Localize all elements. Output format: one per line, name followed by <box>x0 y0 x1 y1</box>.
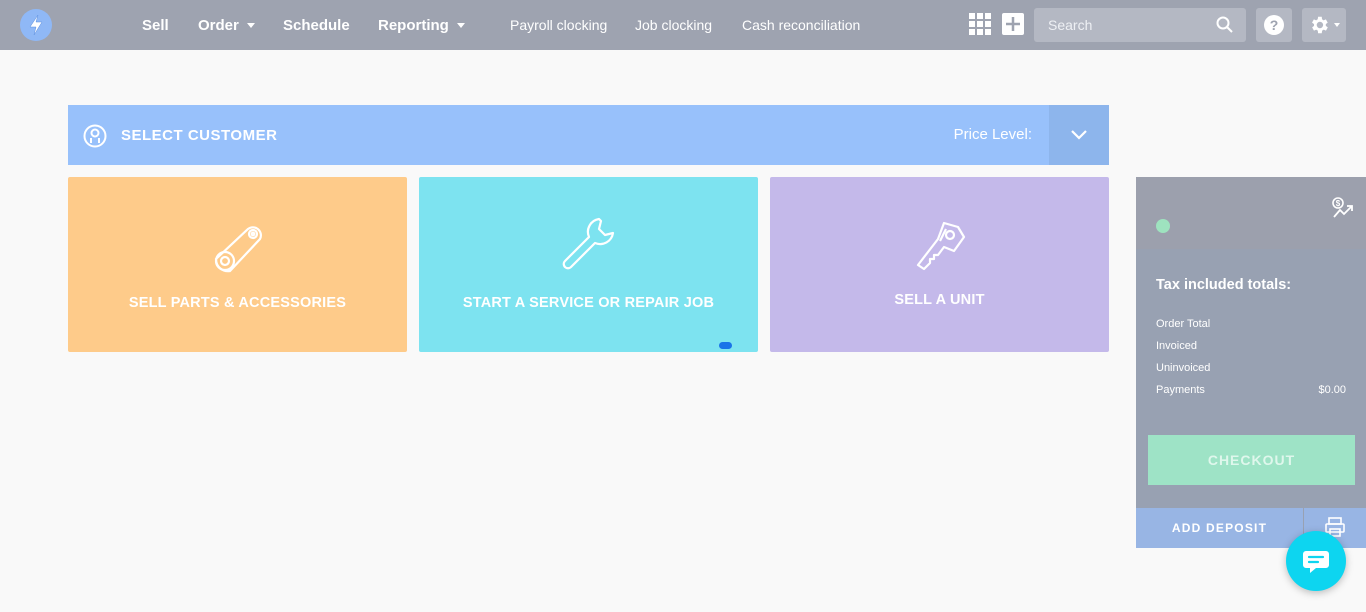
caret-down-icon <box>1334 23 1340 27</box>
sell-unit-tile[interactable]: SELL A UNIT <box>770 177 1109 352</box>
service-repair-tile[interactable]: START A SERVICE OR REPAIR JOB <box>419 177 758 352</box>
uninvoiced-row: Uninvoiced <box>1156 362 1346 374</box>
row-value: $0.00 <box>1318 384 1346 396</box>
status-dot <box>1156 219 1170 233</box>
svg-text:?: ? <box>1270 17 1279 33</box>
help-button[interactable]: ? <box>1256 8 1292 42</box>
nav-job-clocking[interactable]: Job clocking <box>635 0 712 50</box>
nav-reporting-label: Reporting <box>378 16 449 34</box>
panel-body <box>1136 249 1366 548</box>
nav-order[interactable]: Order <box>198 0 255 50</box>
timing-belt-icon <box>214 226 262 273</box>
question-icon: ? <box>1264 15 1284 35</box>
top-navbar: Sell Order Schedule Reporting Payroll cl… <box>0 0 1366 50</box>
add-plus-icon[interactable] <box>1002 13 1024 35</box>
panel-header: $ <box>1136 177 1366 249</box>
status-badge <box>719 342 732 349</box>
nav-cash-label: Cash reconciliation <box>742 17 861 33</box>
nav-schedule-label: Schedule <box>283 16 350 34</box>
sell-unit-label: SELL A UNIT <box>894 292 985 308</box>
wrench-icon <box>562 217 614 270</box>
caret-down-icon <box>456 22 465 28</box>
price-level-dropdown[interactable] <box>1049 105 1109 165</box>
select-customer-bar[interactable]: SELECT CUSTOMER Price Level: <box>68 105 1109 165</box>
invoiced-row: Invoiced <box>1156 340 1346 352</box>
nav-sell[interactable]: Sell <box>142 0 169 50</box>
payments-row: Payments $0.00 <box>1156 384 1346 396</box>
nav-cash-reconciliation[interactable]: Cash reconciliation <box>742 0 860 50</box>
checkout-button[interactable]: CHECKOUT <box>1148 435 1355 485</box>
chevron-down-icon <box>1071 130 1087 140</box>
nav-payroll-label: Payroll clocking <box>510 17 608 33</box>
gear-icon <box>1312 16 1328 34</box>
chat-button[interactable] <box>1286 531 1346 591</box>
key-icon <box>916 221 965 271</box>
price-level-label: Price Level: <box>953 125 1032 143</box>
sell-parts-label: SELL PARTS & ACCESSORIES <box>128 295 347 311</box>
totals-title: Tax included totals: <box>1156 277 1292 293</box>
service-repair-label: START A SERVICE OR REPAIR JOB <box>462 295 715 311</box>
svg-text:$: $ <box>1336 199 1341 208</box>
lightning-logo-icon[interactable] <box>20 9 52 41</box>
settings-button[interactable] <box>1302 8 1346 42</box>
chat-icon <box>1303 551 1329 573</box>
order-total-row: Order Total <box>1156 318 1346 330</box>
nav-order-label: Order <box>198 16 239 34</box>
nav-payroll-clocking[interactable]: Payroll clocking <box>510 0 607 50</box>
search-icon[interactable] <box>1216 16 1234 34</box>
nav-schedule[interactable]: Schedule <box>283 0 350 50</box>
select-customer-label: SELECT CUSTOMER <box>121 126 278 144</box>
nav-reporting[interactable]: Reporting <box>378 0 465 50</box>
row-label: Payments <box>1156 384 1205 396</box>
row-label: Invoiced <box>1156 340 1197 352</box>
caret-down-icon <box>246 22 255 28</box>
search-input[interactable] <box>1034 8 1214 42</box>
row-label: Uninvoiced <box>1156 362 1211 374</box>
apps-grid-icon[interactable] <box>969 13 991 35</box>
customer-icon <box>83 124 107 148</box>
search-box <box>1034 8 1246 42</box>
price-trend-icon[interactable]: $ <box>1332 197 1354 219</box>
add-deposit-button[interactable]: ADD DEPOSIT <box>1136 508 1303 548</box>
nav-sell-label: Sell <box>142 16 169 34</box>
order-summary-panel: $ Tax included totals: Order Total Invoi… <box>1136 177 1366 548</box>
row-label: Order Total <box>1156 318 1211 330</box>
nav-job-clocking-label: Job clocking <box>635 17 713 33</box>
sell-parts-tile[interactable]: SELL PARTS & ACCESSORIES <box>68 177 407 352</box>
